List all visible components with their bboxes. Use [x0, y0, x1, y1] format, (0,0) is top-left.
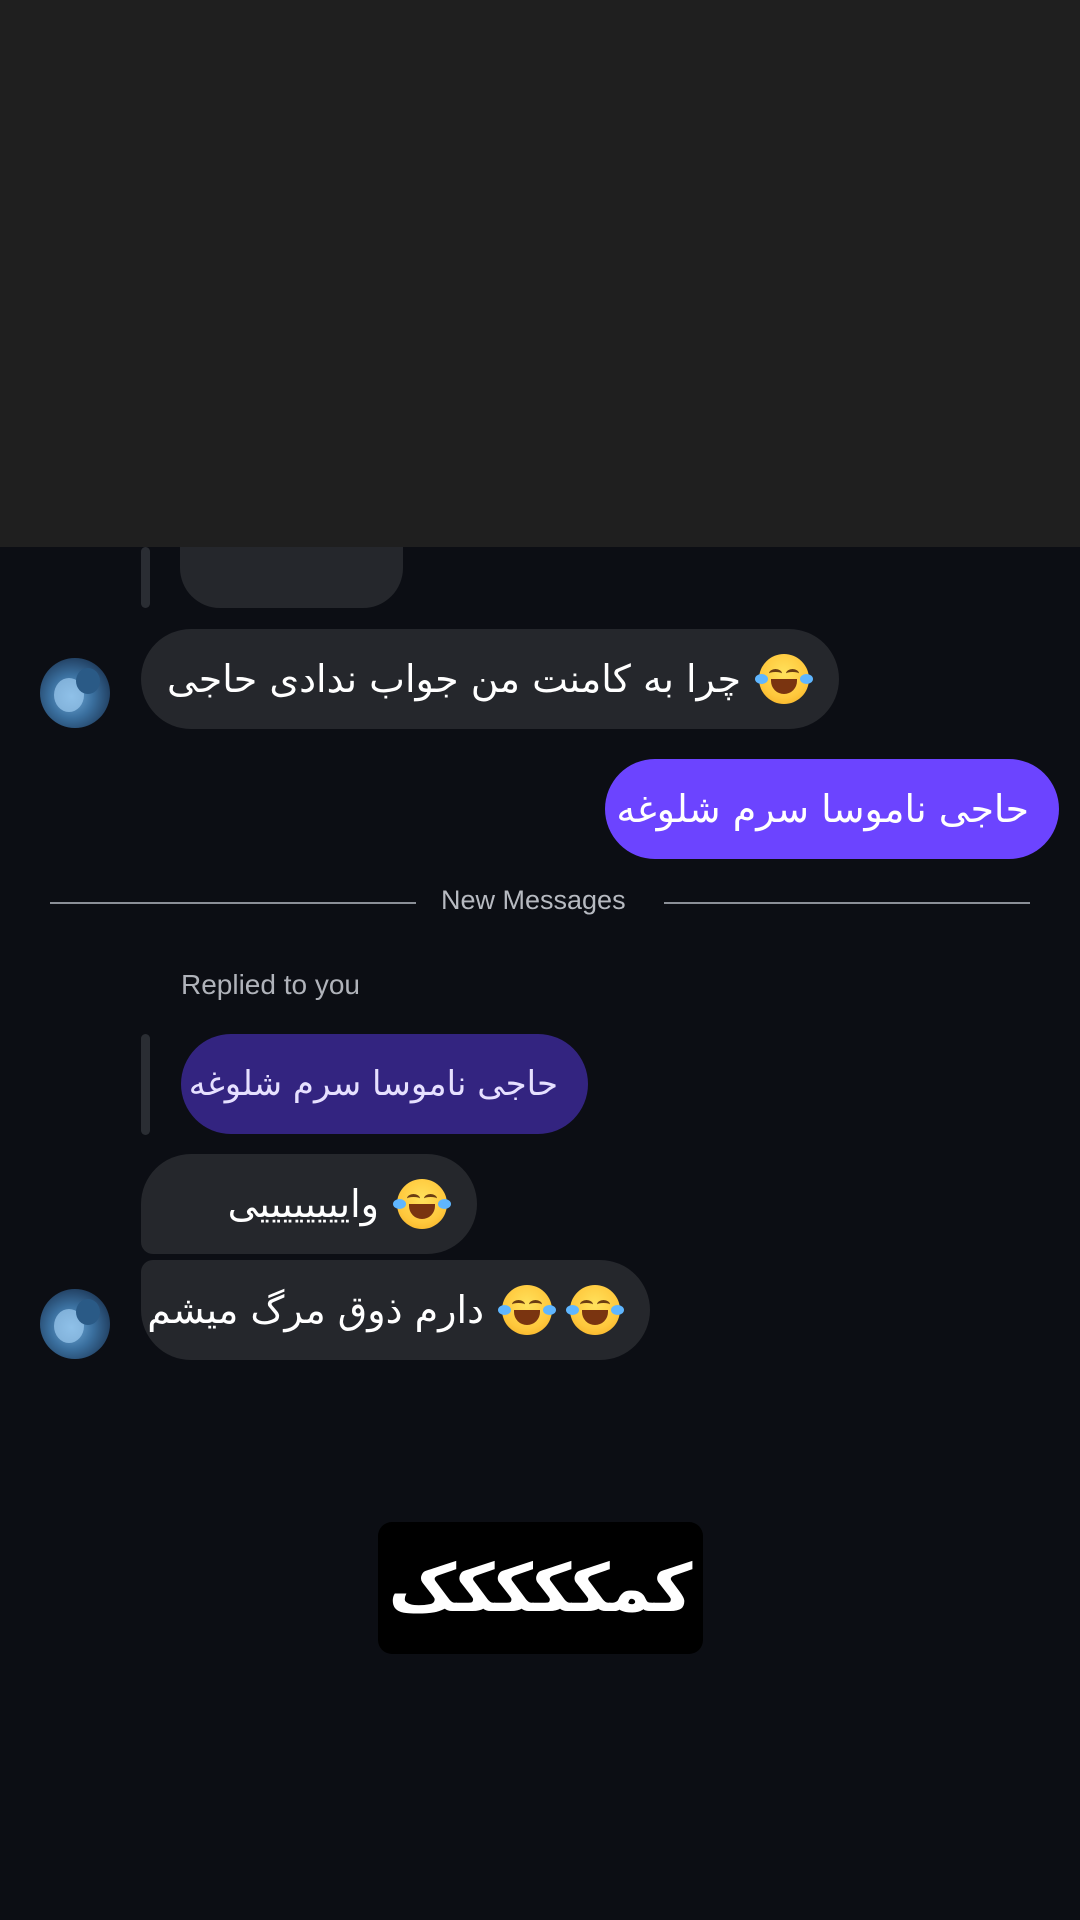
message-text: حاجی ناموسا سرم شلوغه [616, 787, 1029, 831]
user-avatar[interactable] [40, 1289, 110, 1359]
outgoing-message-bubble[interactable]: حاجی ناموسا سرم شلوغه [605, 759, 1059, 859]
face-with-tears-of-joy-icon [498, 1285, 556, 1335]
reply-indicator-bar [141, 547, 150, 608]
new-messages-divider: New Messages [441, 885, 626, 915]
user-avatar[interactable] [40, 658, 110, 728]
top-blank-area [0, 0, 1080, 547]
face-with-tears-of-joy-icon [755, 654, 813, 704]
quoted-reply-bubble[interactable]: حاجی ناموسا سرم شلوغه [181, 1034, 588, 1134]
chat-thread[interactable]: چرا به کامنت من جواب ندادی حاجی حاجی نام… [0, 547, 1080, 1373]
divider-line-left [50, 902, 416, 904]
incoming-message-bubble[interactable]: دارم ذوق مرگ میشم [141, 1260, 650, 1360]
message-text: واییییییییی [227, 1182, 379, 1226]
message-text: چرا به کامنت من جواب ندادی حاجی [167, 657, 741, 701]
incoming-message-bubble[interactable]: چرا به کامنت من جواب ندادی حاجی [141, 629, 839, 729]
message-text: دارم ذوق مرگ میشم [147, 1288, 484, 1332]
divider-line-right [664, 902, 1030, 904]
face-with-tears-of-joy-icon [566, 1285, 624, 1335]
reply-indicator-bar [141, 1034, 150, 1135]
incoming-message-bubble[interactable]: واییییییییی [141, 1154, 477, 1254]
replied-to-you-label: Replied to you [181, 969, 361, 1000]
face-with-tears-of-joy-icon [393, 1179, 451, 1229]
sticker-text: کمککککک [388, 1549, 693, 1627]
quoted-text: حاجی ناموسا سرم شلوغه [188, 1064, 558, 1104]
text-sticker[interactable]: کمککککک [378, 1522, 703, 1654]
partial-message-bubble[interactable] [180, 547, 403, 608]
